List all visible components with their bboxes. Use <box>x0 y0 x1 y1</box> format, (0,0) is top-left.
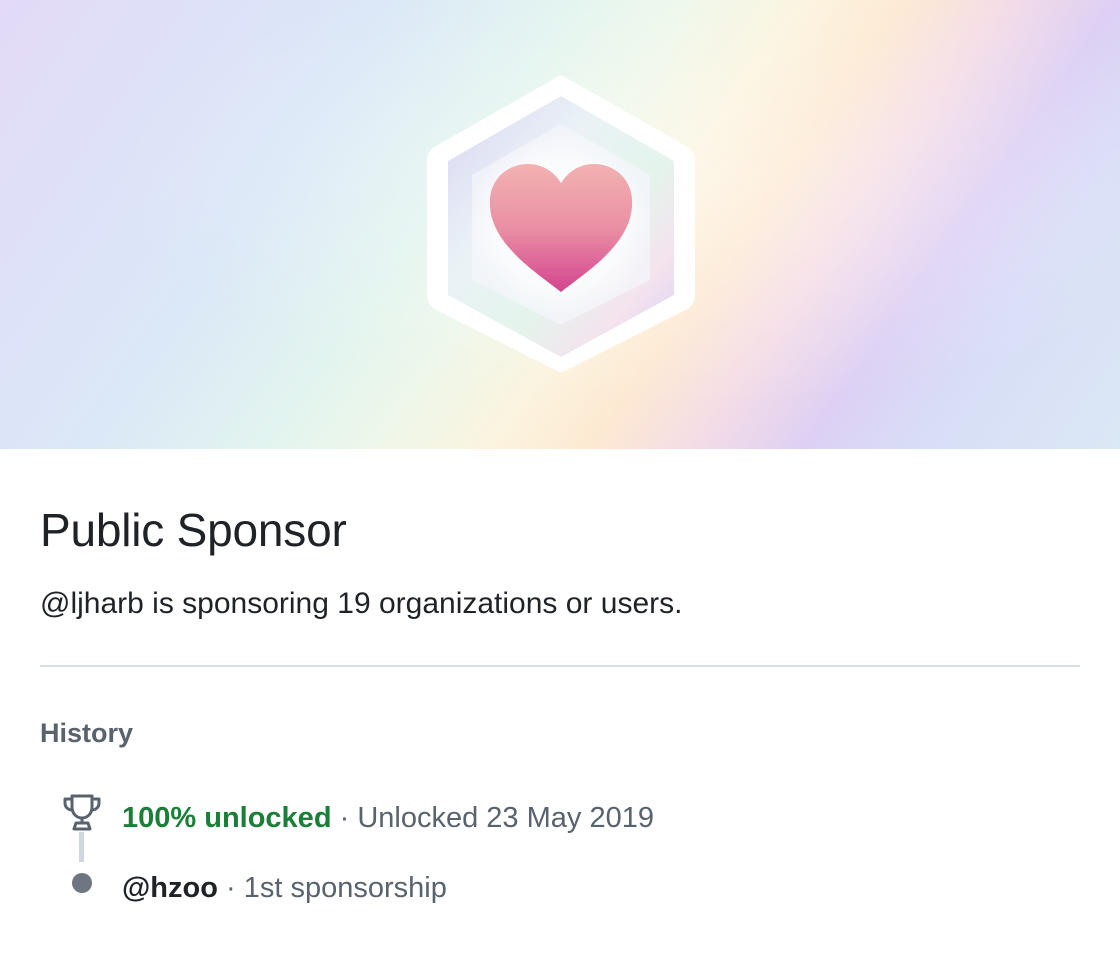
history-entry-unlocked: 100% unlocked · Unlocked 23 May 2019 <box>122 800 654 836</box>
sponsored-user-link[interactable]: @hzoo <box>122 872 218 904</box>
separator: · <box>225 872 236 904</box>
history-heading: History <box>40 718 134 748</box>
unlock-status: 100% unlocked <box>122 802 332 834</box>
history-entry-sponsorship: @hzoo · 1st sponsorship <box>122 870 447 906</box>
public-sponsor-badge <box>427 76 695 372</box>
dot-icon <box>72 873 92 893</box>
achievement-description: @ljharb is sponsoring 19 organizations o… <box>40 587 683 620</box>
timeline-connector <box>79 832 84 862</box>
achievement-title: Public Sponsor <box>40 504 347 556</box>
separator: · <box>339 802 350 834</box>
achievement-banner <box>0 0 1120 449</box>
divider <box>40 665 1080 667</box>
achievement-page: Public Sponsor @ljharb is sponsoring 19 … <box>0 0 1120 965</box>
trophy-icon <box>63 794 101 831</box>
sponsorship-detail: 1st sponsorship <box>243 872 447 904</box>
unlock-date: Unlocked 23 May 2019 <box>357 802 654 834</box>
